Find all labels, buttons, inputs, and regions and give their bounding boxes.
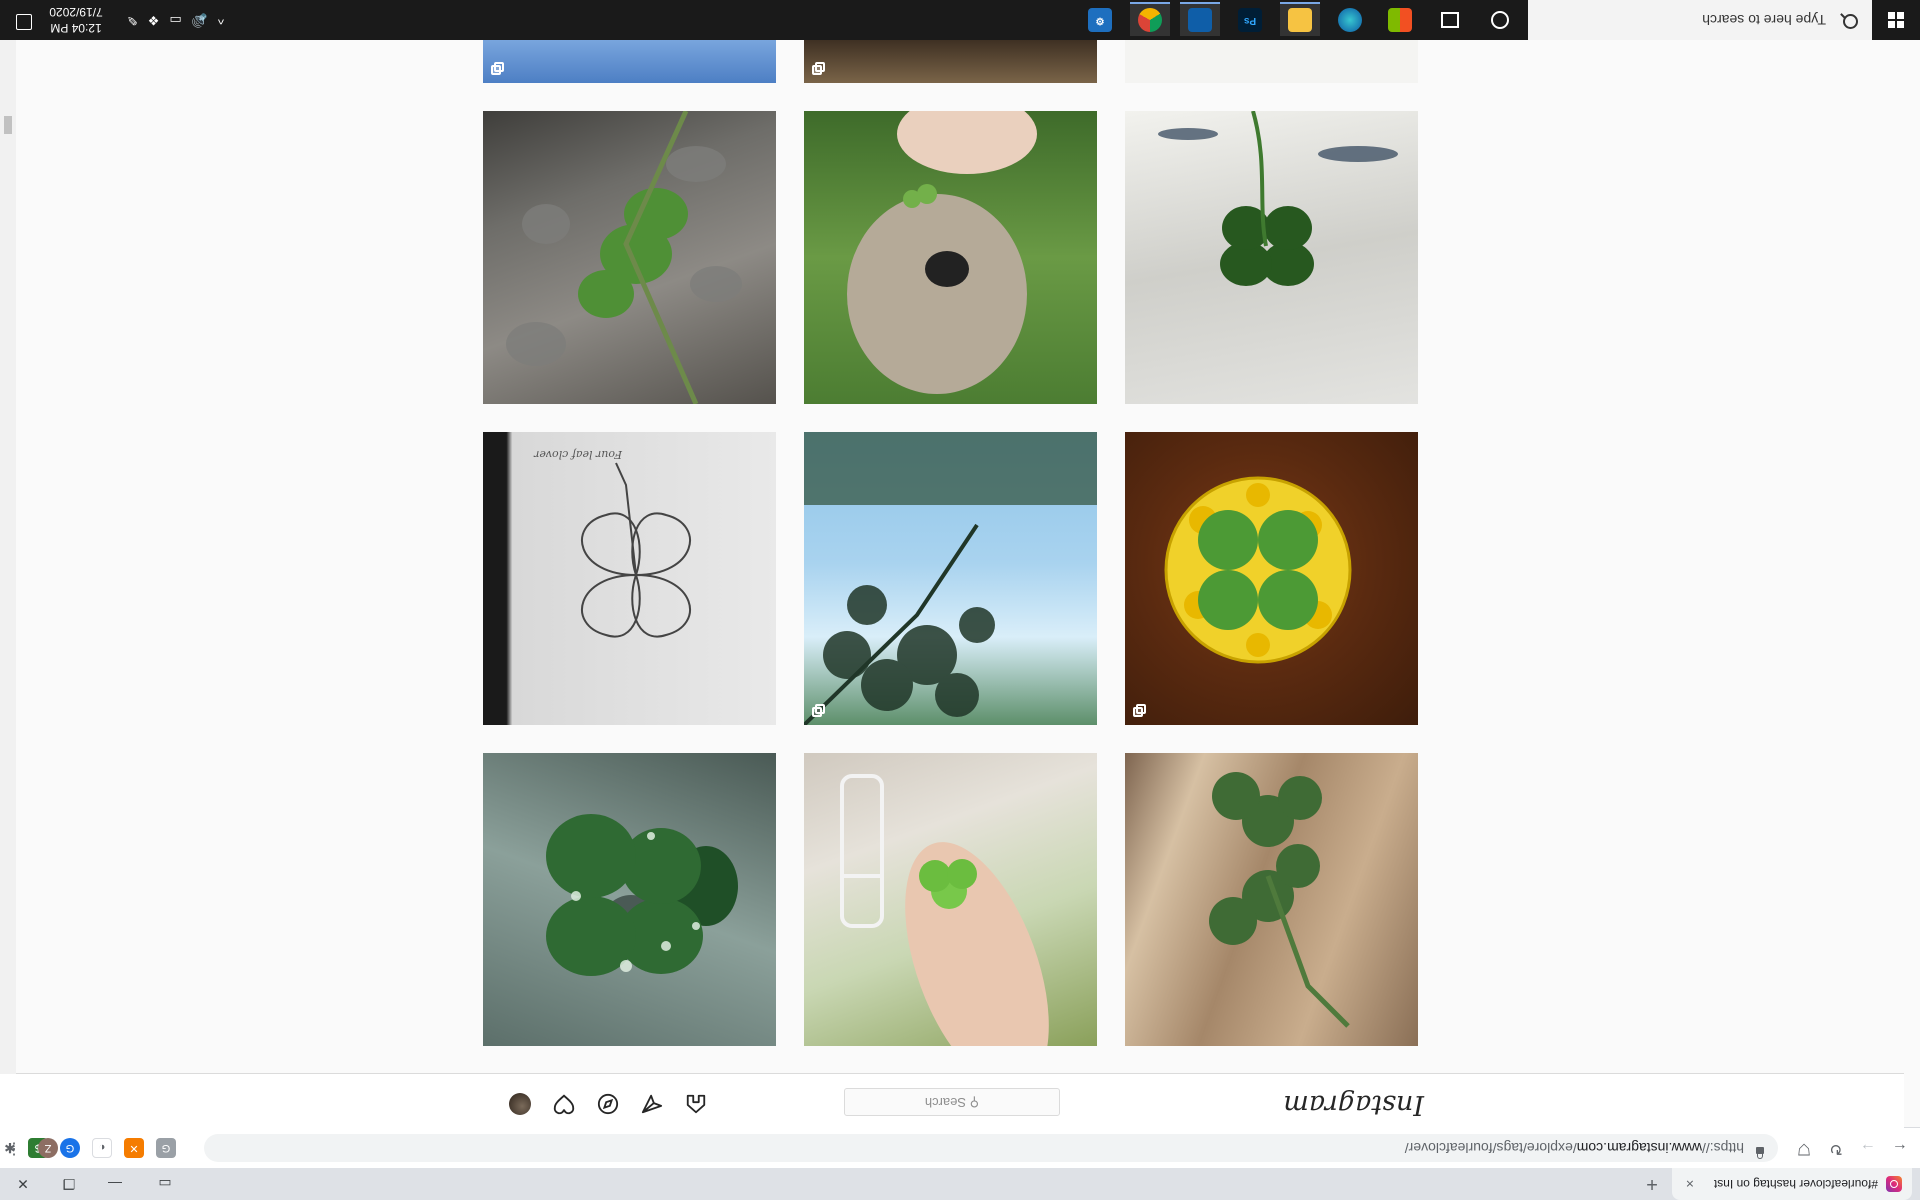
address-bar[interactable]: https://www.instagram.com/explore/tags/f… [204, 1134, 1778, 1162]
url-text: https://www.instagram.com/explore/tags/f… [1404, 1140, 1744, 1156]
windows-logo-icon [1888, 12, 1904, 28]
multiple-posts-icon [491, 61, 505, 75]
close-tab-icon[interactable]: × [1686, 1176, 1694, 1192]
taskbar-search-placeholder: Type here to search [1702, 12, 1826, 28]
back-arrow-icon[interactable]: ← [1888, 1136, 1912, 1160]
cortana-icon[interactable] [1480, 4, 1520, 36]
multiple-posts-icon [812, 703, 826, 717]
browser-tab[interactable]: #fourleafclover hashtag on Inst × [1672, 1168, 1912, 1200]
tab-title: #fourleafclover hashtag on Inst [1713, 1177, 1878, 1191]
chrome-icon[interactable] [1130, 2, 1170, 36]
instagram-favicon-icon [1886, 1176, 1902, 1192]
onedrive-icon[interactable] [1180, 2, 1220, 36]
notification-icon[interactable] [16, 14, 32, 30]
task-view-icon[interactable] [1430, 4, 1470, 36]
pen-icon[interactable]: ✎ [127, 12, 138, 28]
instagram-nav [508, 1092, 708, 1116]
activity-heart-icon[interactable] [552, 1092, 576, 1116]
dropbox-icon[interactable]: ❖ [148, 12, 160, 28]
tile-clover-among-rocks[interactable] [483, 111, 776, 404]
scrollbar-thumb[interactable] [4, 116, 12, 134]
extension-grammarly-icon[interactable]: G [60, 1138, 80, 1158]
tile-partial-blue[interactable] [483, 39, 776, 83]
search-input[interactable]: ⚲ Search [844, 1088, 1060, 1116]
instagram-header: Instagram ⚲ Search [0, 1073, 1904, 1128]
tile-partial-white[interactable] [1125, 39, 1418, 83]
reload-icon[interactable]: ↻ [1824, 1136, 1848, 1160]
tile-clover-stem-on-wood[interactable] [1125, 753, 1418, 1046]
extension-x-icon[interactable]: ✕ [124, 1138, 144, 1158]
more-menu-icon[interactable]: ⋮ [4, 1138, 24, 1158]
search-icon [1843, 14, 1858, 29]
clock-time: 12:04 PM [50, 21, 102, 35]
taskbar-search-box[interactable]: Type here to search [1528, 0, 1872, 40]
profile-avatar[interactable] [508, 1092, 532, 1116]
extension-g-icon[interactable]: G [156, 1138, 176, 1158]
tile-clover-in-resin-dome[interactable] [1125, 432, 1418, 725]
explore-icon[interactable] [596, 1092, 620, 1116]
tile-dog-and-clover[interactable] [804, 111, 1097, 404]
drawing-caption: Four leaf clover [534, 448, 622, 461]
extension-half-circle-icon[interactable]: ◐ [92, 1138, 112, 1158]
profile-z-icon[interactable]: Z [38, 1138, 58, 1158]
new-tab-button[interactable]: + [1640, 1172, 1664, 1196]
close-window-button[interactable]: ✕ [0, 1168, 46, 1200]
browser-toolbar: ← → ↻ ⛉ https://www.instagram.com/explor… [0, 1127, 1920, 1168]
edge-icon[interactable] [1330, 4, 1370, 36]
settings-icon[interactable]: ⚙ [1080, 4, 1120, 36]
minimize-button[interactable]: — [92, 1168, 138, 1200]
scrollbar[interactable] [0, 40, 16, 1074]
multiple-posts-icon [812, 61, 826, 75]
tab-strip: #fourleafclover hashtag on Inst × + ▭ — … [0, 1168, 1920, 1200]
multiple-posts-icon [1133, 703, 1147, 717]
instagram-logo[interactable]: Instagram [1283, 1089, 1424, 1120]
clock[interactable]: 12:04 PM 7/19/2020 [32, 4, 120, 36]
tile-clover-on-cloth[interactable] [1125, 111, 1418, 404]
tab-search-icon[interactable]: ▭ [142, 1168, 188, 1200]
photoshop-icon[interactable]: Ps [1230, 4, 1270, 36]
start-button[interactable] [1872, 0, 1920, 40]
tile-tree-and-sky[interactable] [804, 432, 1097, 725]
clock-date: 7/19/2020 [49, 5, 103, 19]
system-tray: ^ 🔊 ▭ ❖ ✎ [127, 0, 224, 40]
tile-clover-pencil-drawing[interactable]: Four leaf clover [483, 432, 776, 725]
windows-taskbar: Type here to search Ps ⚙ ^ 🔊 ▭ ❖ ✎ 12:04… [0, 0, 1920, 40]
search-placeholder: ⚲ Search [924, 1095, 980, 1110]
network-icon[interactable]: ▭ [169, 12, 181, 28]
chevron-up-icon[interactable]: ^ [218, 13, 224, 28]
restore-button[interactable]: ❐ [46, 1168, 92, 1200]
file-explorer-icon[interactable] [1280, 2, 1320, 36]
lock-icon [1756, 1147, 1764, 1154]
forward-arrow-icon[interactable]: → [1856, 1136, 1880, 1160]
direct-icon[interactable] [640, 1092, 664, 1116]
tile-hand-holding-clover[interactable] [804, 753, 1097, 1046]
screen: #fourleafclover hashtag on Inst × + ▭ — … [0, 0, 1920, 1200]
home-icon[interactable] [684, 1092, 708, 1116]
microsoft-store-icon[interactable] [1380, 4, 1420, 36]
tile-clover-with-water-drops[interactable] [483, 753, 776, 1046]
tile-partial-frame[interactable] [804, 39, 1097, 83]
shield-icon[interactable]: ⛉ [1792, 1136, 1816, 1160]
volume-icon[interactable]: 🔊 [192, 12, 208, 28]
